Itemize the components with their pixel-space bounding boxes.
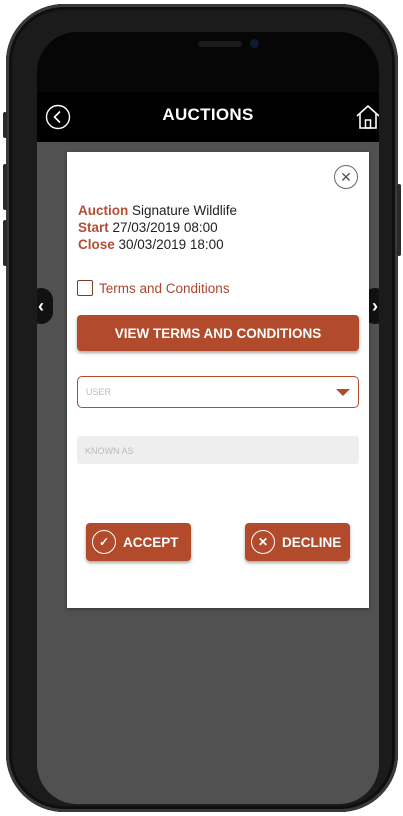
auction-value: Signature Wildlife (132, 203, 238, 218)
close-icon[interactable]: ✕ (334, 165, 358, 189)
dropdown-caret-icon (336, 389, 350, 396)
decline-button[interactable]: ✕ DECLINE (245, 523, 350, 561)
content-backdrop: ‹ › ✕ Auction Signature Wildlife Start 2… (37, 142, 379, 804)
x-circle-icon: ✕ (251, 530, 275, 554)
start-row: Start 27/03/2019 08:00 (78, 219, 237, 236)
phone-frame: AUCTIONS ‹ › ✕ Auction Signature Wildlif… (3, 4, 401, 812)
decline-button-label: DECLINE (282, 534, 342, 550)
close-row: Close 30/03/2019 18:00 (78, 236, 237, 253)
auction-info: Auction Signature Wildlife Start 27/03/2… (78, 202, 237, 253)
home-icon[interactable] (355, 103, 379, 131)
volume-down-button (3, 220, 7, 266)
terms-row: Terms and Conditions (77, 280, 230, 296)
silent-switch (3, 112, 7, 138)
page-title: AUCTIONS (162, 105, 254, 124)
check-circle-icon: ✓ (92, 530, 116, 554)
front-camera (250, 39, 259, 48)
close-label: Close (78, 237, 115, 252)
terms-checkbox-label[interactable]: Terms and Conditions (99, 281, 230, 296)
known-as-field[interactable]: KNOWN AS (77, 436, 359, 464)
view-terms-button[interactable]: VIEW TERMS AND CONDITIONS (77, 315, 359, 351)
auction-row: Auction Signature Wildlife (78, 202, 237, 219)
carousel-prev-arrow[interactable]: ‹ (37, 288, 53, 324)
start-label: Start (78, 220, 109, 235)
start-value: 27/03/2019 08:00 (112, 220, 218, 235)
auction-label: Auction (78, 203, 129, 218)
power-button (397, 184, 401, 256)
known-as-placeholder: KNOWN AS (85, 446, 134, 456)
user-select[interactable]: USER (77, 376, 359, 408)
screen: AUCTIONS ‹ › ✕ Auction Signature Wildlif… (37, 32, 379, 804)
accept-button-label: ACCEPT (123, 534, 179, 550)
earpiece-speaker (198, 41, 242, 47)
app-bar: AUCTIONS (37, 92, 379, 142)
close-value: 30/03/2019 18:00 (118, 237, 224, 252)
accept-button[interactable]: ✓ ACCEPT (86, 523, 191, 561)
user-select-placeholder: USER (86, 387, 112, 397)
auction-modal: ✕ Auction Signature Wildlife Start 27/03… (67, 152, 369, 608)
terms-checkbox[interactable] (77, 280, 93, 296)
volume-up-button (3, 164, 7, 210)
